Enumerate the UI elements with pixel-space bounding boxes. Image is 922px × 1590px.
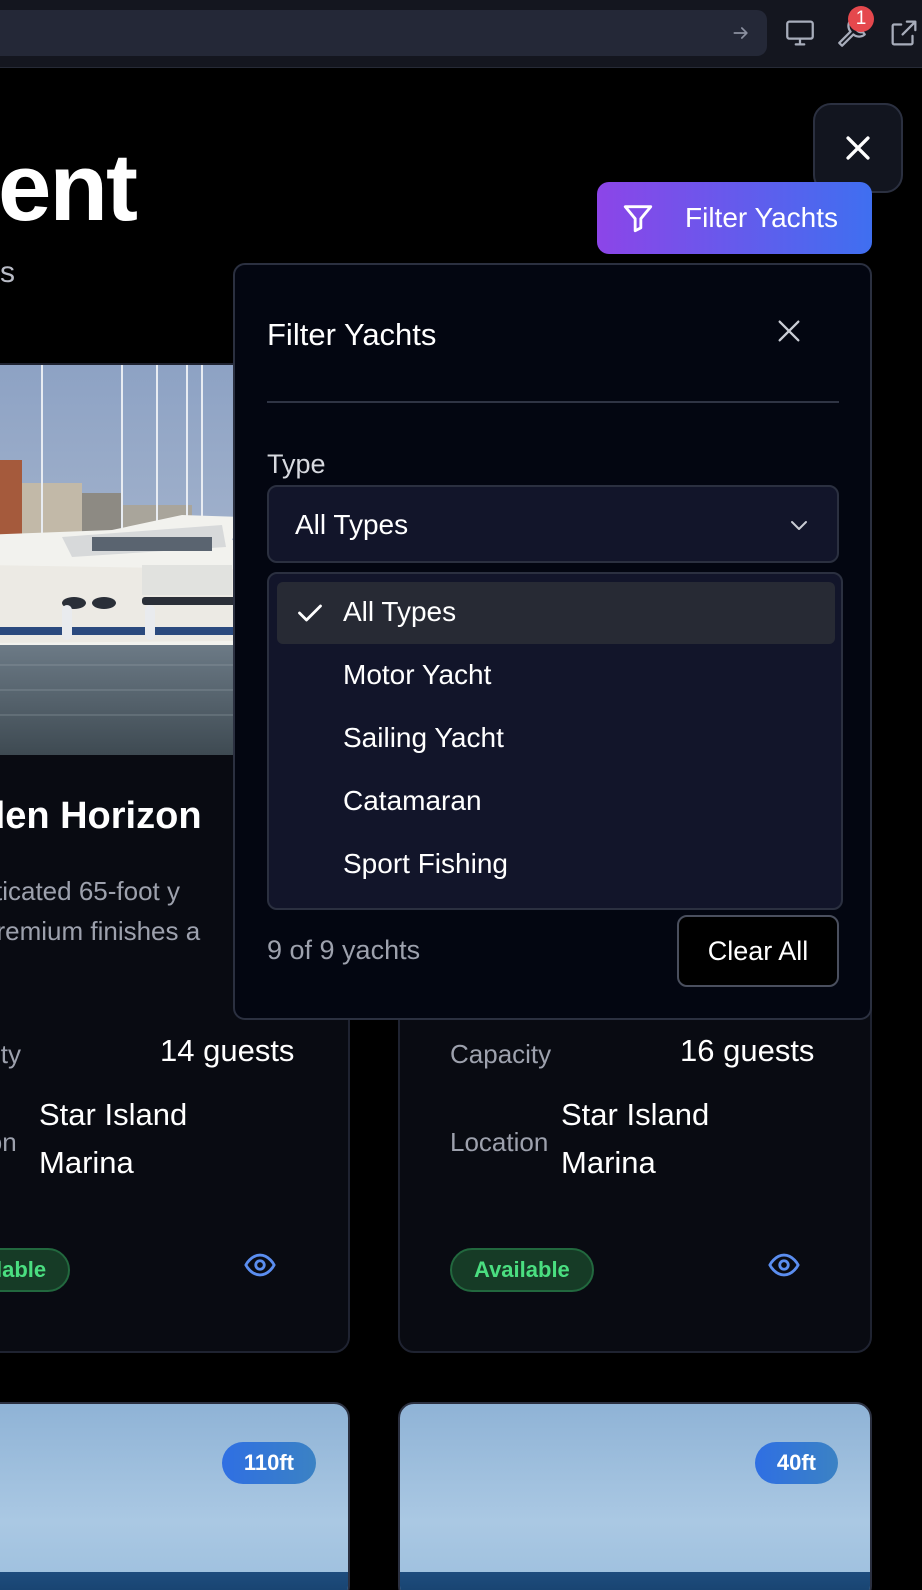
type-option[interactable]: Sport Fishing [277, 834, 835, 896]
status-badge: Available [450, 1248, 594, 1292]
close-button[interactable] [813, 103, 903, 193]
type-select-value: All Types [295, 509, 409, 540]
close-icon[interactable] [775, 317, 803, 345]
divider [267, 401, 839, 403]
external-link-icon[interactable] [887, 16, 921, 50]
length-badge: 40ft [754, 1442, 838, 1484]
location-value: Star Island Marina [39, 1091, 187, 1187]
filter-panel-title: Filter Yachts [267, 317, 437, 352]
type-option-label: Sailing Yacht [343, 722, 504, 753]
type-option[interactable]: Sailing Yacht [277, 708, 835, 770]
type-option-label: All Types [343, 596, 457, 627]
sea-horizon [400, 1572, 870, 1590]
location-label: Location [450, 1127, 549, 1157]
capacity-value: 14 guests [160, 1033, 295, 1068]
capacity-label: city [0, 1039, 21, 1069]
notification-badge: 1 [848, 6, 874, 32]
type-select[interactable]: All Types [267, 485, 839, 563]
page-title: ent [0, 134, 138, 241]
sea-horizon [0, 1572, 348, 1590]
type-option[interactable]: Catamaran [277, 771, 835, 833]
filter-panel: Filter Yachts Type All Types All Types M… [233, 263, 872, 1020]
type-option-label: Motor Yacht [343, 659, 492, 690]
result-count: 9 of 9 yachts [267, 935, 421, 965]
browser-toolbar: 1 [0, 0, 922, 68]
page-subtitle: s [0, 256, 15, 289]
filter-button-label: Filter Yachts [685, 202, 839, 233]
location-label: ion [0, 1127, 17, 1157]
yacht-name: den Horizon [0, 795, 202, 837]
length-badge: 110ft [221, 1442, 316, 1484]
type-label: Type [267, 449, 326, 479]
location-value-line: Star Island [561, 1097, 710, 1132]
location-value-line: Marina [561, 1145, 656, 1180]
capacity-value: 16 guests [680, 1033, 815, 1068]
location-value: Star Island Marina [561, 1091, 709, 1187]
chevron-down-icon [791, 521, 807, 530]
capacity-label: Capacity [450, 1039, 552, 1069]
type-option-label: Catamaran [343, 785, 482, 816]
check-icon [298, 604, 322, 622]
yacht-description-line: premium finishes a [0, 916, 201, 946]
type-option[interactable]: All Types [277, 582, 835, 644]
close-icon [846, 136, 870, 160]
type-options-list: All Types Motor Yacht Sailing Yacht Cata… [267, 572, 843, 910]
filter-funnel-icon [623, 205, 653, 233]
yacht-description-line: sticated 65-foot y [0, 876, 180, 906]
filter-yachts-button[interactable]: Filter Yachts [597, 182, 872, 254]
arrow-right-icon[interactable] [731, 23, 751, 43]
eye-icon[interactable] [767, 1248, 801, 1282]
eye-icon[interactable] [243, 1248, 277, 1282]
type-option[interactable]: Motor Yacht [277, 645, 835, 707]
status-badge: lable [0, 1248, 71, 1292]
monitor-icon[interactable] [783, 16, 817, 50]
url-bar[interactable] [0, 10, 767, 56]
clear-all-button[interactable]: Clear All [677, 915, 839, 987]
location-value-line: Marina [39, 1145, 134, 1180]
location-value-line: Star Island [39, 1097, 188, 1132]
type-option-label: Sport Fishing [343, 848, 508, 879]
yacht-card[interactable]: 40ft [398, 1402, 872, 1590]
yacht-card[interactable]: 110ft [0, 1402, 350, 1590]
